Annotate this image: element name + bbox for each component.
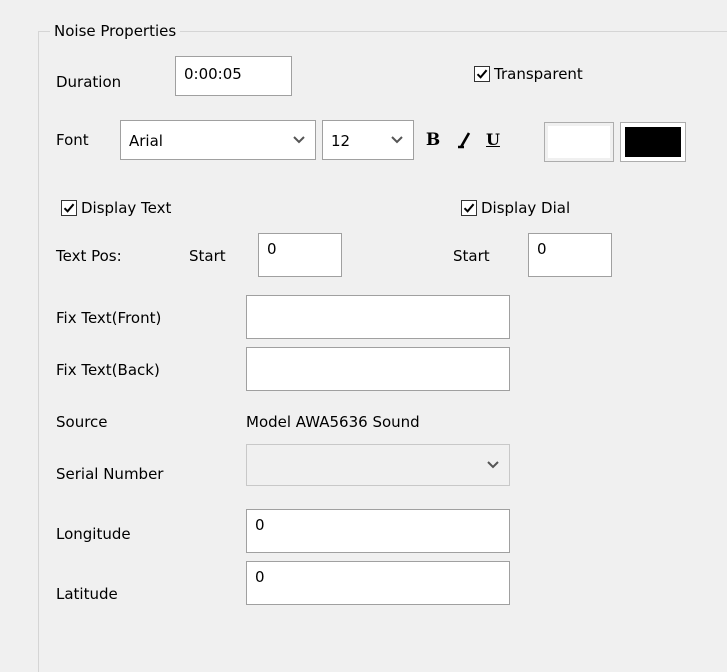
latitude-label: Latitude [56,585,118,603]
latitude-field[interactable]: 0 [246,561,510,605]
dial-start-label: Start [453,247,490,265]
source-label: Source [56,413,108,431]
fix-text-back-field[interactable] [246,347,510,391]
transparent-label[interactable]: Transparent [494,64,583,84]
back-color-button[interactable] [620,122,686,162]
chevron-down-icon [293,136,305,144]
fix-text-front-label: Fix Text(Front) [56,309,162,327]
duration-field[interactable]: 0:00:05 [175,56,292,96]
text-pos-label: Text Pos: [56,247,122,265]
font-size-select[interactable]: 12 [322,120,414,160]
underline-button[interactable]: U [482,128,504,152]
checkmark-icon [463,203,475,213]
font-family-select[interactable]: Arial [120,120,316,160]
display-text-label[interactable]: Display Text [81,198,171,218]
chevron-down-icon [487,461,499,469]
font-size-value: 12 [331,132,351,150]
bold-button[interactable]: B [422,128,444,152]
display-dial-checkbox[interactable] [461,200,477,216]
back-color-swatch [625,127,681,157]
font-label: Font [56,131,89,149]
fore-color-swatch [548,126,610,158]
group-title: Noise Properties [50,22,181,40]
fix-text-front-field[interactable] [246,295,510,339]
serial-number-select[interactable] [246,444,510,486]
serial-number-label: Serial Number [56,465,164,483]
chevron-down-icon [391,136,403,144]
font-family-value: Arial [129,132,163,150]
longitude-label: Longitude [56,525,131,543]
display-dial-label[interactable]: Display Dial [481,198,570,218]
display-text-checkbox[interactable] [61,200,77,216]
fix-text-back-label: Fix Text(Back) [56,361,160,379]
source-value: Model AWA5636 Sound [246,413,420,431]
italic-icon [458,132,471,149]
dial-start-field[interactable]: 0 [528,233,612,277]
fore-color-button[interactable] [544,122,614,162]
checkmark-icon [63,203,75,213]
transparent-checkbox[interactable] [474,66,490,82]
text-start-label: Start [189,247,226,265]
text-start-field[interactable]: 0 [258,233,342,277]
italic-button[interactable]: I [452,128,478,152]
longitude-field[interactable]: 0 [246,509,510,553]
duration-label: Duration [56,73,122,91]
checkmark-icon [476,69,488,79]
